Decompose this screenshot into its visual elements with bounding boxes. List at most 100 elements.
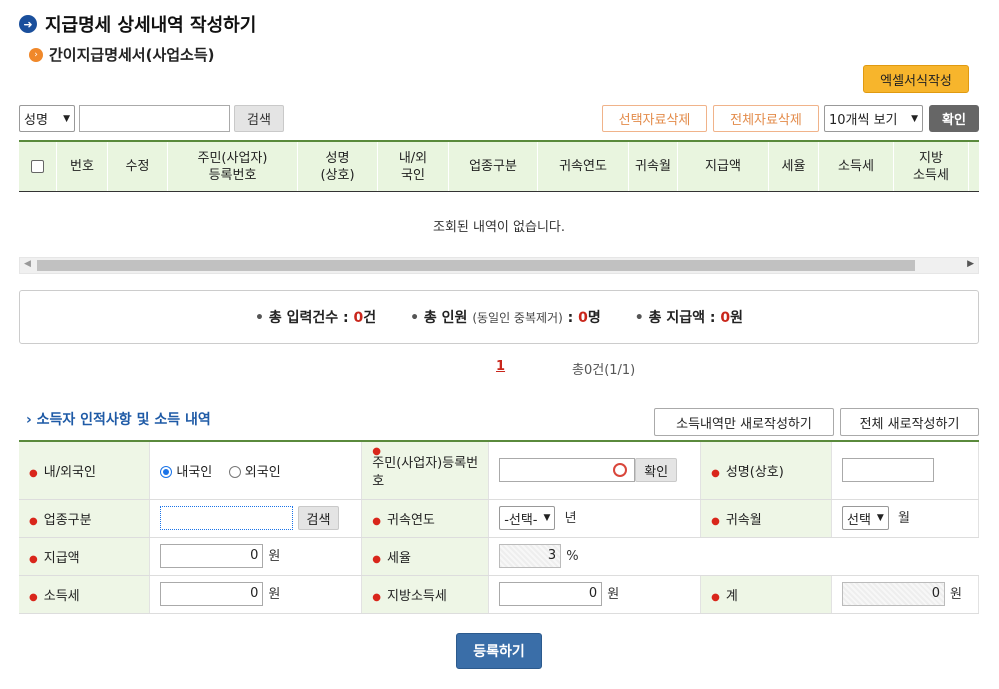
page-header: ➜ 지급명세 상세내역 작성하기: [19, 11, 256, 37]
summary-total-count: • 총 입력건수 : 0건: [255, 310, 377, 326]
search-field-select[interactable]: 성명 ▼: [19, 105, 75, 132]
col-edit: 수정: [108, 142, 168, 191]
col-business-type: 업종구분: [449, 142, 538, 191]
col-pay: 지급액: [678, 142, 769, 191]
local-tax-input[interactable]: 0: [499, 582, 603, 606]
name-input[interactable]: [842, 458, 934, 483]
required-icon: ●: [29, 553, 38, 565]
nationality-cell: 내국인 외국인: [149, 441, 363, 500]
confirm-button[interactable]: 확인: [929, 105, 979, 132]
col-rrn: 주민(사업자) 등록번호: [168, 142, 298, 191]
chevron-down-icon: ▼: [911, 113, 918, 124]
month-unit: 월: [897, 510, 910, 526]
grid-header: 번호 수정 주민(사업자) 등록번호 성명 (상호) 내/외 국인 업종구분 귀…: [19, 140, 979, 192]
submit-button[interactable]: 등록하기: [456, 633, 542, 669]
select-all-cell: [19, 142, 57, 191]
business-type-label-cell: ● 업종구분: [19, 499, 151, 538]
page-subtitle: 간이지급명세서(사업소득): [49, 46, 215, 64]
foreign-radio[interactable]: [228, 466, 241, 479]
select-all-checkbox[interactable]: [31, 160, 44, 173]
business-type-cell: 검색: [149, 499, 363, 538]
search-input[interactable]: [79, 105, 230, 132]
col-name: 성명 (상호): [298, 142, 378, 191]
page-size-value: 10개씩 보기: [829, 113, 898, 128]
required-icon: ●: [372, 591, 382, 603]
income-form: ● 내/외국인 내국인 외국인 ● 주민(사업자)등록번호 확인 ● 성명(상호) ●…: [19, 440, 979, 614]
required-icon: ●: [372, 515, 382, 527]
rate-input: 3: [499, 544, 562, 568]
name-label-cell: ● 성명(상호): [700, 441, 832, 500]
col-year: 귀속연도: [538, 142, 629, 191]
delete-all-button[interactable]: 전체자료삭제: [713, 105, 819, 132]
scrollbar-thumb[interactable]: [37, 260, 915, 271]
name-cell: [831, 441, 979, 500]
required-icon: ●: [711, 467, 720, 479]
page-size-select[interactable]: 10개씩 보기 ▼: [824, 105, 923, 132]
page-total-text: 총0건(1/1): [572, 363, 636, 378]
search-button[interactable]: 검색: [234, 105, 284, 132]
year-select[interactable]: -선택- ▼: [499, 506, 556, 530]
section-title: › 소득자 인적사항 및 소득 내역: [26, 412, 211, 428]
horizontal-scrollbar[interactable]: ◀ ▶: [19, 257, 979, 274]
pay-input[interactable]: 0: [160, 544, 264, 568]
rrn-label-cell: ● 주민(사업자)등록번호: [361, 441, 490, 500]
required-icon: ●: [711, 515, 720, 527]
reset-income-button[interactable]: 소득내역만 새로작성하기: [654, 408, 834, 436]
scroll-left-icon[interactable]: ◀: [24, 259, 31, 269]
summary-total-people: • 총 인원 (동일인 중복제거) : 0명: [410, 310, 601, 326]
year-unit: 년: [564, 510, 577, 526]
income-tax-label-cell: ● 소득세: [19, 575, 151, 614]
page-link-current[interactable]: 1: [496, 359, 505, 374]
col-rate: 세율: [769, 142, 819, 191]
arrow-right-icon: ➜: [19, 15, 37, 33]
col-local-tax: 지방 소득세: [894, 142, 969, 191]
rrn-cell: 확인: [488, 441, 702, 500]
col-number: 번호: [57, 142, 108, 191]
chevron-right-icon: ›: [29, 47, 43, 62]
income-tax-unit: 원: [268, 586, 281, 602]
nationality-label-cell: ● 내/외국인: [19, 441, 151, 500]
pay-cell: 0원: [149, 537, 363, 576]
year-label-cell: ● 귀속연도: [361, 499, 490, 538]
chevron-down-icon: ▼: [543, 513, 551, 523]
required-icon: ●: [29, 467, 38, 479]
income-tax-cell: 0원: [149, 575, 363, 614]
required-icon: ●: [711, 591, 720, 603]
domestic-radio[interactable]: [160, 466, 173, 479]
total-input: 0: [842, 582, 945, 606]
domestic-label: 내국인: [176, 464, 213, 480]
required-icon: ●: [29, 515, 38, 527]
rrn-confirm-button[interactable]: 확인: [635, 458, 678, 483]
delete-selected-button[interactable]: 선택자료삭제: [602, 105, 707, 132]
scroll-right-icon[interactable]: ▶: [967, 259, 974, 269]
reset-all-button[interactable]: 전체 새로작성하기: [840, 408, 979, 436]
rate-cell: 3%: [488, 537, 979, 576]
rate-label-cell: ● 세율: [361, 537, 490, 576]
search-field-value: 성명: [24, 113, 48, 128]
year-cell: -선택- ▼ 년: [488, 499, 702, 538]
excel-form-button[interactable]: 엑셀서식작성: [863, 65, 969, 93]
income-tax-input[interactable]: 0: [160, 582, 264, 606]
foreign-label: 외국인: [244, 464, 281, 480]
business-type-input[interactable]: [160, 506, 294, 530]
local-tax-label-cell: ● 지방소득세: [361, 575, 490, 614]
pay-label-cell: ● 지급액: [19, 537, 151, 576]
month-label-cell: ● 귀속월: [700, 499, 832, 538]
total-unit: 원: [950, 586, 962, 602]
sub-header: › 간이지급명세서(사업소득): [29, 44, 215, 65]
empty-message: 조회된 내역이 없습니다.: [433, 220, 565, 235]
local-tax-cell: 0원: [488, 575, 702, 614]
required-icon: ●: [372, 446, 382, 458]
total-label-cell: ● 계: [700, 575, 832, 614]
chevron-down-icon: ▼: [63, 113, 70, 124]
pay-unit: 원: [268, 548, 281, 564]
month-select[interactable]: 선택 ▼: [842, 506, 889, 530]
page-title: 지급명세 상세내역 작성하기: [45, 15, 257, 36]
business-type-search-button[interactable]: 검색: [297, 506, 340, 530]
chevron-down-icon: ▼: [876, 513, 884, 523]
total-cell: 0원: [831, 575, 979, 614]
col-month: 귀속월: [629, 142, 678, 191]
col-nationality: 내/외 국인: [378, 142, 449, 191]
required-icon: ●: [29, 591, 38, 603]
col-income-tax: 소득세: [819, 142, 894, 191]
